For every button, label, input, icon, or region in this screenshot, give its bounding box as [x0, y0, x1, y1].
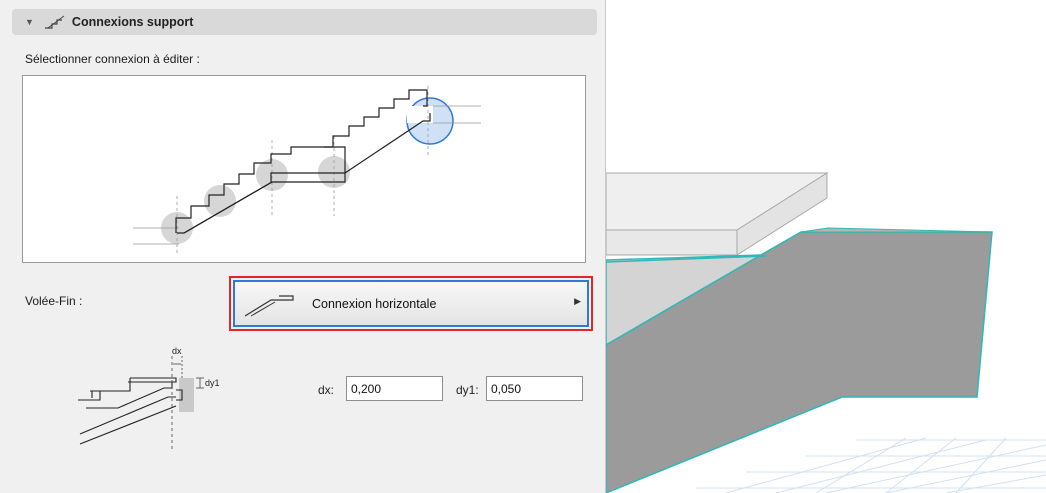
dx-input[interactable]	[346, 376, 443, 401]
connection-type-dropdown[interactable]: Connexion horizontale ▶	[233, 280, 589, 327]
connection-preview	[22, 75, 586, 263]
section-header-support-connections[interactable]: ▼ Connexions support	[12, 9, 597, 35]
connection-point-landing-2[interactable]	[256, 159, 288, 191]
3d-model-view	[606, 172, 1046, 493]
collapse-triangle-icon[interactable]: ▼	[25, 17, 34, 27]
stair-connection-icon	[44, 15, 65, 29]
dy1-label: dy1:	[456, 383, 479, 397]
dx-label: dx:	[318, 383, 335, 397]
submenu-arrow-icon: ▶	[574, 296, 581, 306]
connection-detail-diagram: dx dy1	[72, 342, 272, 465]
stair-preview-diagram	[133, 86, 481, 256]
select-connection-label: Sélectionner connexion à éditer :	[25, 52, 200, 66]
3d-viewport[interactable]	[606, 0, 1046, 493]
stair-settings-panel: ▼ Connexions support Sélectionner connex…	[0, 0, 606, 493]
section-title: Connexions support	[71, 15, 194, 29]
dy1-input[interactable]	[486, 376, 583, 401]
horizontal-connection-icon	[244, 295, 294, 317]
dx-diagram-label: dx	[172, 346, 182, 356]
flight-end-label: Volée-Fin :	[25, 294, 83, 308]
dy1-diagram-label: dy1	[205, 378, 220, 388]
connection-type-value: Connexion horizontale	[312, 297, 437, 311]
